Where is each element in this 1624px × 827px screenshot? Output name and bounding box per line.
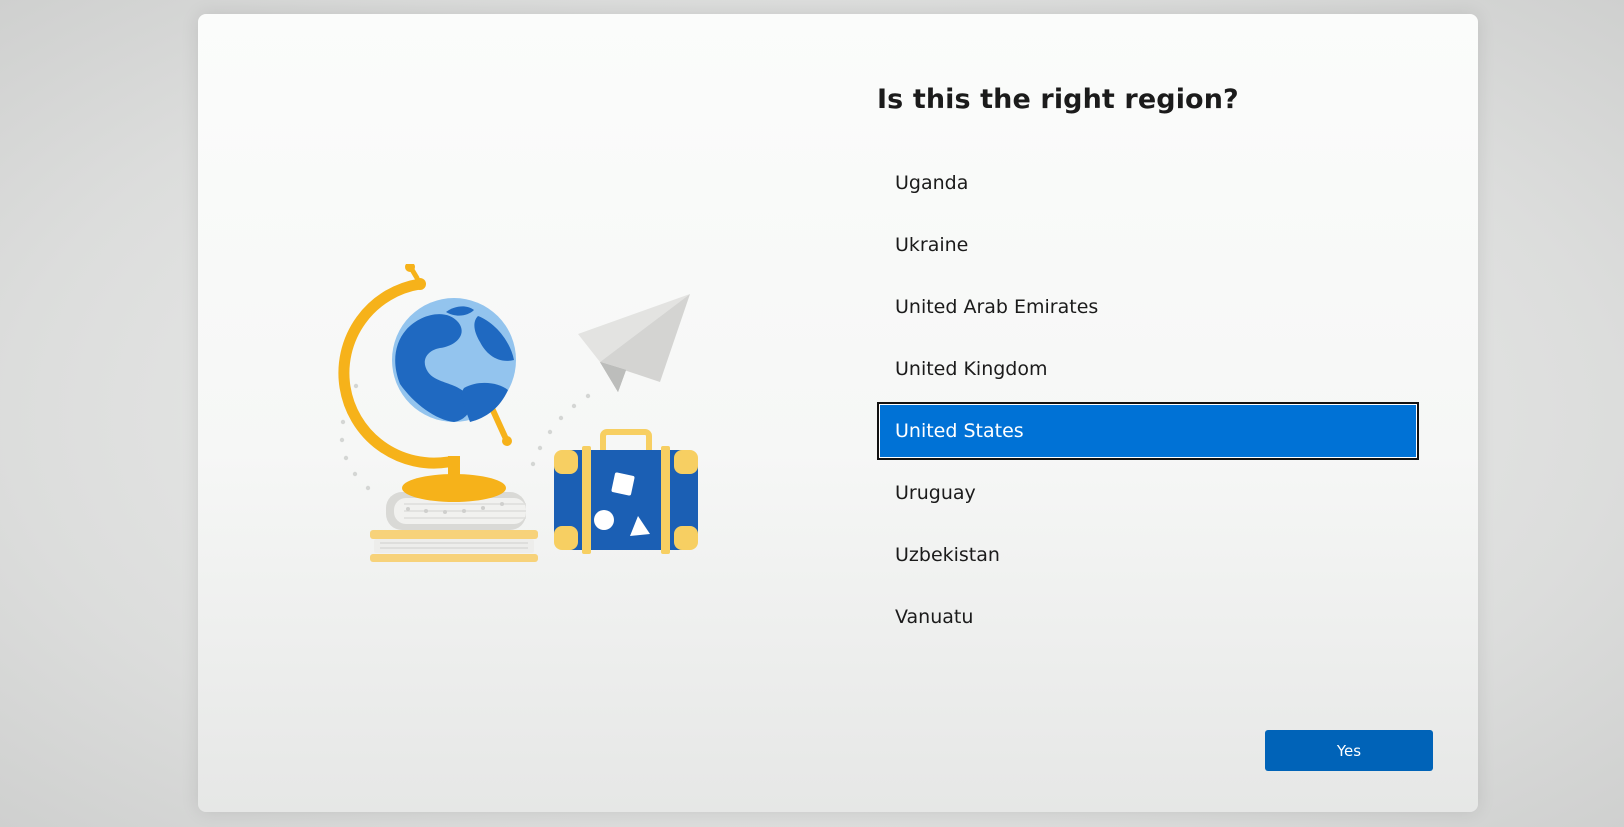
region-option-vanuatu[interactable]: Vanuatu (877, 588, 1419, 646)
books-icon (370, 492, 538, 562)
region-option-ukraine[interactable]: Ukraine (877, 216, 1419, 274)
page-title: Is this the right region? (877, 84, 1239, 115)
yes-button[interactable]: Yes (1265, 730, 1433, 771)
region-option-united-arab-emirates[interactable]: United Arab Emirates (877, 278, 1419, 336)
globe-icon (338, 264, 516, 502)
region-option-uzbekistan[interactable]: Uzbekistan (877, 526, 1419, 584)
suitcase-icon (554, 429, 698, 554)
paper-plane-icon (578, 294, 690, 392)
region-option-uganda[interactable]: Uganda (877, 154, 1419, 212)
oobe-region-dialog: Is this the right region? Uganda Ukraine… (198, 14, 1478, 812)
region-illustration (338, 264, 698, 562)
region-option-uruguay[interactable]: Uruguay (877, 464, 1419, 522)
region-option-united-kingdom[interactable]: United Kingdom (877, 340, 1419, 398)
region-option-united-states[interactable]: United States (877, 402, 1419, 460)
region-list[interactable]: Uganda Ukraine United Arab Emirates Unit… (877, 154, 1419, 650)
